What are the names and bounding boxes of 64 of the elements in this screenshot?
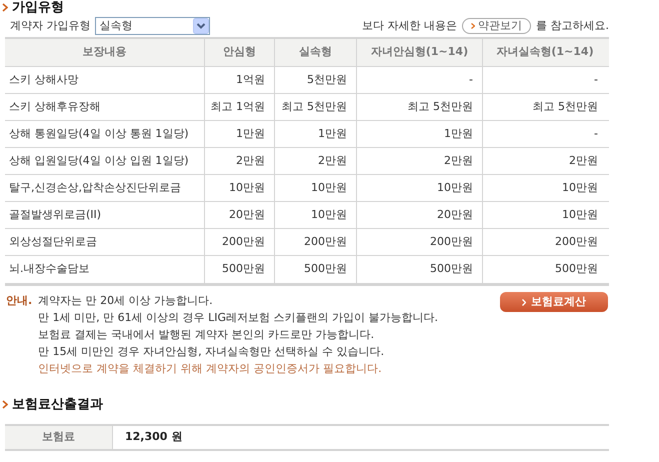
table-cell: 500만원: [205, 256, 275, 283]
column-header: 실속형: [275, 39, 357, 66]
table-cell-text: 200만원: [554, 234, 599, 250]
notice-label: 안내.: [6, 293, 32, 309]
table-cell: 스키 상해후유장해: [5, 94, 205, 120]
table-cell: 최고 5천만원: [275, 94, 357, 120]
column-header: 자녀실속형(1~14): [495, 44, 595, 60]
chevron-icon: [522, 298, 526, 306]
table-cell: 20만원: [205, 202, 275, 228]
table-cell: 1만원: [275, 121, 357, 147]
table-cell: 2만원: [275, 148, 357, 174]
plan-type-label: 계약자 가입유형: [10, 18, 90, 34]
table-cell: 200만원: [205, 229, 275, 255]
table-cell-text: 최고 5천만원: [532, 98, 599, 115]
reference-text: 를 참고하세요.: [536, 18, 609, 34]
table-cell-text: 2만원: [568, 152, 599, 169]
table-cell: 1만원: [205, 121, 275, 147]
reference-text: 보다 자세한 내용은: [362, 18, 457, 34]
chevron-icon: [471, 23, 475, 29]
column-header: 자녀안심형(1~14): [357, 39, 483, 66]
notice-text: 계약자는 만 20세 이상 가능합니다.: [38, 293, 214, 309]
table-cell: -: [357, 67, 483, 93]
table-cell: 탈구,신경손상,압착손상진단위로금: [5, 175, 205, 201]
notice-text: 만 15세 미만인 경우 자녀안심형, 자녀실속형만 선택하실 수 있습니다.: [38, 344, 386, 360]
table-cell: 골절발생위로금(II): [5, 202, 205, 228]
chevron-icon: [2, 3, 8, 12]
table-cell-text: 10만원: [561, 206, 599, 223]
table-cell: 스키 상해사망: [5, 67, 205, 93]
chevron-icon: [2, 400, 8, 410]
terms-button[interactable]: 약관보기: [462, 18, 531, 34]
table-cell: 20만원: [357, 202, 483, 228]
table-cell: 10만원: [205, 175, 275, 201]
notice-text: 인터넷으로 계약을 체결하기 위해 계약자의 공인인증서가 필요합니다.: [38, 361, 383, 377]
table-cell-text: -: [593, 126, 599, 142]
premium-value: 12,300 원: [124, 428, 182, 445]
table-cell: 2만원: [205, 148, 275, 174]
table-cell: 10만원: [275, 175, 357, 201]
plan-type-select[interactable]: 실속형: [94, 17, 210, 35]
table-cell-text: 10만원: [561, 180, 599, 196]
table-cell: 200만원: [357, 229, 483, 255]
premium-label: 보험료: [5, 426, 113, 448]
table-cell: 뇌.내장수술담보: [5, 256, 205, 283]
table-cell: 상해 통원일당(4일 이상 통원 1일당): [5, 121, 205, 147]
table-cell: 500만원: [275, 256, 357, 283]
table-cell: 최고 5천만원: [357, 94, 483, 120]
section-title: 가입유형: [12, 0, 64, 14]
table-cell: 200만원: [275, 229, 357, 255]
table-cell: 5천만원: [275, 67, 357, 93]
table-cell: 10만원: [275, 202, 357, 228]
table-cell-text: 500만원: [554, 261, 599, 278]
notice-text: 보험료 결제는 국내에서 발행된 계약자 본인의 카드로만 가능합니다.: [38, 327, 376, 343]
table-cell-text: -: [593, 72, 599, 88]
column-header: 보장내용: [5, 39, 205, 66]
table-cell: 상해 입원일당(4일 이상 입원 1일당): [5, 148, 205, 174]
notice-text: 만 1세 미만, 만 61세 이상의 경우 LIG레저보험 스키플랜의 가입이 불가능합니다.: [38, 310, 438, 326]
table-cell: 1만원: [357, 121, 483, 147]
table-cell: 외상성절단위로금: [5, 229, 205, 255]
table-cell: 1억원: [205, 67, 275, 93]
table-cell: 최고 1억원: [205, 94, 275, 120]
table-cell: 2만원: [357, 148, 483, 174]
column-header: 안심형: [205, 39, 275, 66]
table-cell: 10만원: [357, 175, 483, 201]
table-cell: 500만원: [357, 256, 483, 283]
section-title: 보험료산출결과: [12, 396, 103, 414]
